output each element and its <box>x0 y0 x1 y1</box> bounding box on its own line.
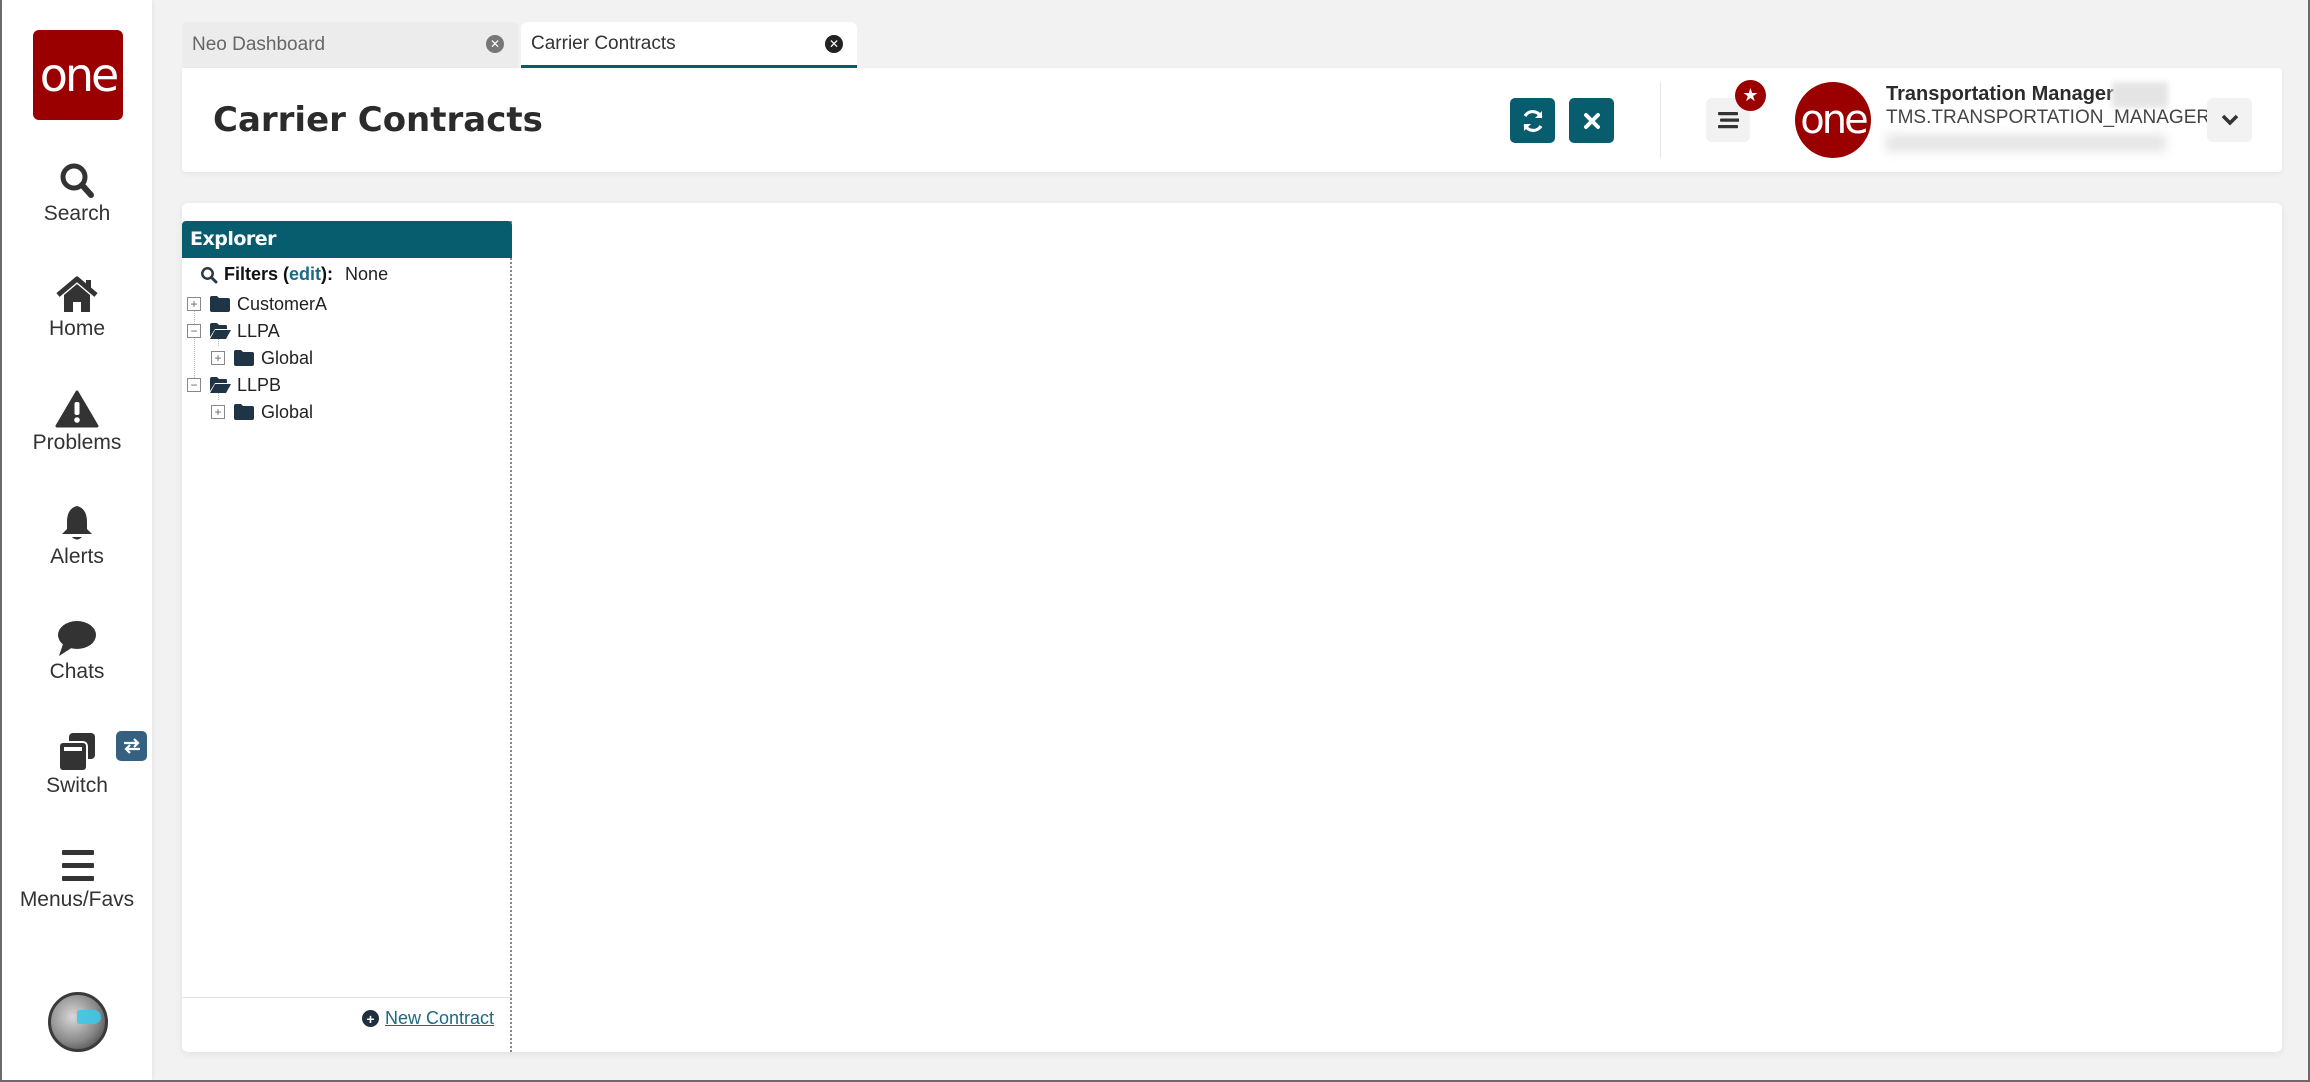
assistant-avatar[interactable] <box>48 992 108 1052</box>
filters-label: Filters (edit): <box>224 264 334 284</box>
explorer-panel: Explorer Filters (edit): None + Customer… <box>182 221 512 1052</box>
tab-neo-dashboard[interactable]: Neo Dashboard ✕ <box>182 22 518 68</box>
sidebar-item-label: Switch <box>46 774 108 797</box>
close-icon[interactable]: ✕ <box>825 35 843 53</box>
explorer-title: Explorer <box>182 221 512 258</box>
avatar-text: one <box>1800 97 1868 143</box>
sidebar-item-label: Menus/Favs <box>19 888 135 911</box>
tab-label: Neo Dashboard <box>192 34 326 55</box>
close-icon[interactable]: ✕ <box>486 35 504 53</box>
tree-item-llpb[interactable]: − LLPB <box>187 372 281 398</box>
tree-item-llpa[interactable]: − LLPA <box>187 318 280 344</box>
filters-row: Filters (edit): None <box>200 264 388 285</box>
folder-open-icon <box>210 377 231 393</box>
folder-icon <box>234 350 254 366</box>
app-logo[interactable]: one <box>33 30 123 120</box>
refresh-icon <box>1523 109 1542 132</box>
new-contract-button[interactable]: + New Contract <box>362 1008 494 1029</box>
folder-open-icon <box>210 323 231 339</box>
avatar-visor <box>77 1010 101 1024</box>
sidebar-item-alerts[interactable]: Alerts <box>2 503 152 569</box>
collapse-icon[interactable]: − <box>187 378 201 392</box>
folder-icon <box>234 404 254 420</box>
favorites-badge[interactable]: ★ <box>1735 80 1766 111</box>
user-name: Transportation Manager <box>1886 83 2114 105</box>
windows-icon <box>58 733 95 772</box>
sidebar-item-search[interactable]: Search <box>2 160 152 226</box>
close-button[interactable] <box>1569 98 1614 143</box>
switch-badge[interactable] <box>116 731 147 761</box>
page-header: Carrier Contracts ★ one Transportation M… <box>182 68 2282 172</box>
new-contract-link[interactable]: New Contract <box>385 1008 494 1029</box>
chevron-down-icon <box>2221 114 2238 126</box>
filters-edit-link[interactable]: edit <box>289 264 321 284</box>
hamburger-icon <box>1718 112 1739 129</box>
refresh-button[interactable] <box>1510 98 1555 143</box>
user-avatar[interactable]: one <box>1795 82 1871 158</box>
expand-icon[interactable]: + <box>211 405 225 419</box>
tree-item-llpb-global[interactable]: + Global <box>211 399 313 425</box>
folder-icon <box>210 296 230 312</box>
filters-value: None <box>345 264 389 284</box>
header-divider <box>1660 82 1661 158</box>
hamburger-icon <box>62 850 94 881</box>
star-icon: ★ <box>1742 85 1759 105</box>
main-content: Explorer Filters (edit): None + Customer… <box>182 203 2282 1052</box>
plus-circle-icon: + <box>362 1010 379 1027</box>
tree-item-label: Global <box>261 347 314 368</box>
tree-item-customera[interactable]: + CustomerA <box>187 291 327 317</box>
warning-icon <box>55 390 99 428</box>
sidebar-item-label: Alerts <box>50 545 104 568</box>
user-role: TMS.TRANSPORTATION_MANAGER <box>1886 107 2211 128</box>
expand-icon[interactable]: + <box>187 297 201 311</box>
redacted-text <box>2112 82 2168 108</box>
tree-item-label: LLPB <box>237 374 282 395</box>
sidebar-item-chats[interactable]: Chats <box>2 618 152 684</box>
sidebar-item-home[interactable]: Home <box>2 275 152 341</box>
swap-arrows-icon <box>123 738 140 754</box>
sidebar: one Search Home Problems Alerts Chats Sw… <box>2 0 152 1080</box>
sidebar-item-problems[interactable]: Problems <box>2 389 152 455</box>
sidebar-item-label: Problems <box>32 431 122 454</box>
expand-icon[interactable]: + <box>211 351 225 365</box>
search-icon <box>60 163 94 198</box>
tab-label: Carrier Contracts <box>531 32 676 54</box>
sidebar-item-label: Search <box>43 202 111 225</box>
page-title: Carrier Contracts <box>213 100 543 140</box>
search-icon <box>201 266 218 283</box>
collapse-icon[interactable]: − <box>187 324 201 338</box>
sidebar-item-label: Chats <box>49 660 105 683</box>
sidebar-item-menus-favs[interactable]: Menus/Favs <box>2 846 152 912</box>
tree-item-llpa-global[interactable]: + Global <box>211 345 313 371</box>
logo-text: one <box>39 48 120 102</box>
redacted-text <box>1886 134 2166 152</box>
bell-icon <box>62 506 92 540</box>
chat-icon <box>58 621 96 656</box>
tree-item-label: LLPA <box>237 320 280 341</box>
close-icon <box>1583 112 1600 129</box>
tab-carrier-contracts[interactable]: Carrier Contracts ✕ <box>521 22 857 68</box>
user-dropdown-button[interactable] <box>2207 98 2252 142</box>
tree-item-label: CustomerA <box>237 293 328 314</box>
explorer-footer: + New Contract <box>182 997 512 1052</box>
home-icon <box>56 276 98 312</box>
tree-item-label: Global <box>261 401 314 422</box>
sidebar-item-label: Home <box>48 317 106 340</box>
